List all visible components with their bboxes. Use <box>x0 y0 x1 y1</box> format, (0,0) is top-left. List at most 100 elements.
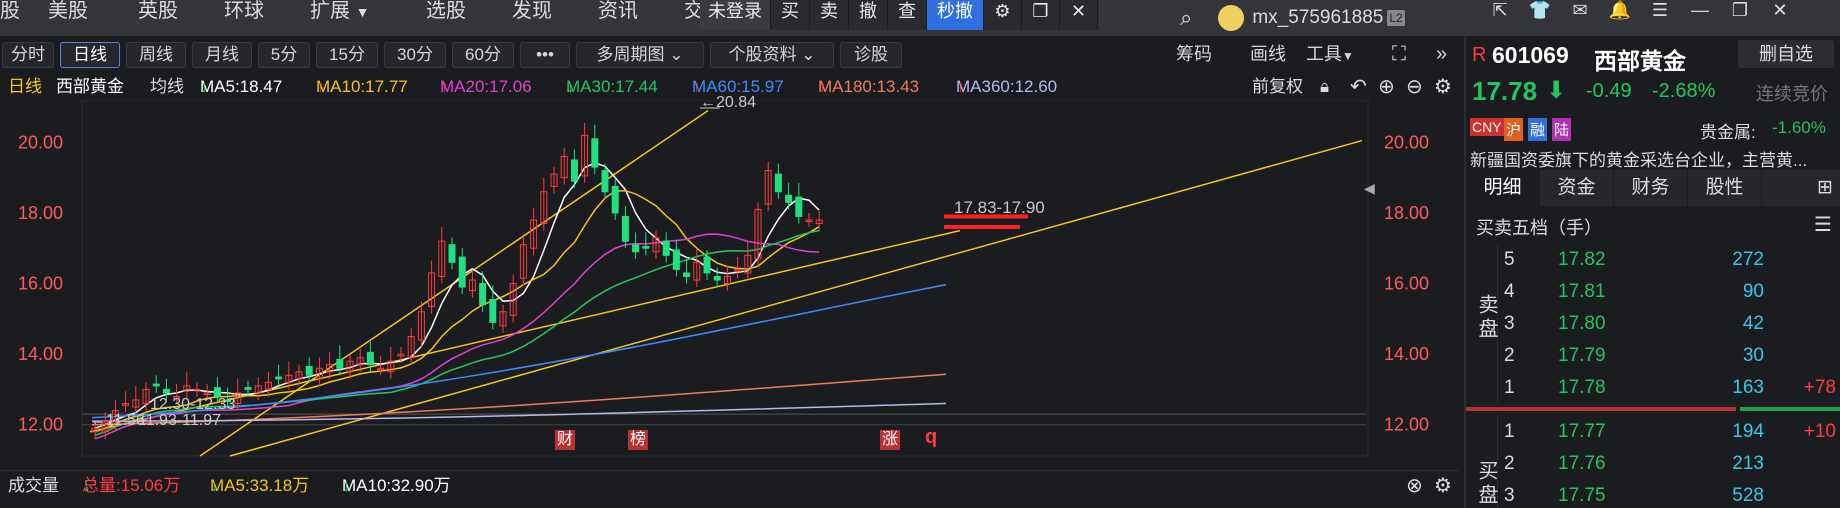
sell-button[interactable]: 卖 <box>810 0 849 30</box>
period-tab-30min[interactable]: 30分 <box>384 42 446 68</box>
zoom-out-icon[interactable]: ⊖ <box>1406 74 1423 100</box>
sector-label[interactable]: 贵金属: <box>1700 118 1756 143</box>
ask-row-5[interactable]: 5 17.82 272 <box>1504 244 1840 276</box>
more-periods-button[interactable]: ••• <box>520 42 570 68</box>
y-tick-right: 12.00 <box>1384 415 1429 435</box>
event-marker-earnings[interactable]: 财 <box>555 430 576 450</box>
event-marker-limit-up[interactable]: 涨 <box>880 430 901 450</box>
candle-body <box>305 365 313 376</box>
external-link-icon[interactable]: ⇱ <box>1480 0 1520 30</box>
streak-label: 连续竞价 <box>1756 84 1828 104</box>
event-marker-billboard[interactable]: 榜 <box>628 430 649 450</box>
settings-gear-icon[interactable]: ⚙ <box>984 0 1022 30</box>
period-tab-15min[interactable]: 15分 <box>316 42 378 68</box>
bid-volume: 528 <box>1732 485 1764 506</box>
candle-body <box>458 256 466 288</box>
period-tab-daily[interactable]: 日线 <box>60 42 120 68</box>
price-change: -0.49 <box>1586 80 1632 102</box>
ask-row-3[interactable]: 3 17.80 42 <box>1504 308 1840 340</box>
restore-window-icon[interactable]: ❐ <box>1022 0 1060 30</box>
draw-line-button[interactable]: 画线 <box>1250 42 1286 68</box>
chips-button[interactable]: 筹码 <box>1176 42 1212 68</box>
period-label: 日线 <box>8 77 42 96</box>
user-name[interactable]: mx_575961885 <box>1252 7 1383 29</box>
candle-body <box>162 388 170 394</box>
period-tab-5min[interactable]: 5分 <box>258 42 310 68</box>
ask-level: 5 <box>1504 249 1515 270</box>
volume-settings-icon[interactable]: ⚙ <box>1434 471 1452 501</box>
multi-period-dropdown[interactable]: 多周期图 ⌄ <box>576 42 704 68</box>
restore-icon[interactable]: ❐ <box>1720 0 1760 30</box>
undo-icon[interactable]: ↶ <box>1350 74 1367 100</box>
stock-info-label: 个股资料 <box>728 45 797 64</box>
orderbook-title: 买卖五档（手） <box>1476 218 1602 238</box>
ask-level: 2 <box>1504 345 1515 366</box>
minimize-icon[interactable]: — <box>1680 0 1720 30</box>
orderbook-menu-icon[interactable]: ☰ <box>1814 212 1832 237</box>
ask-row-2[interactable]: 2 17.79 30 <box>1504 340 1840 372</box>
menu-item-news[interactable]: 资讯 <box>598 0 638 36</box>
fullscreen-icon[interactable]: ⛶ <box>1392 42 1406 68</box>
menu-item-global[interactable]: 环球 <box>224 0 264 36</box>
window-close-icon[interactable]: ✕ <box>1760 0 1800 30</box>
ask-row-1[interactable]: 1 17.78 163 +78 <box>1504 372 1840 404</box>
bid-row-2[interactable]: 2 17.76 213 <box>1504 448 1840 480</box>
close-volume-icon[interactable]: ⊗ <box>1406 471 1423 501</box>
stock-info-dropdown[interactable]: 个股资料 ⌄ <box>710 42 834 68</box>
query-button[interactable]: 查 <box>888 0 927 30</box>
bid-row-3[interactable]: 3 17.75 528 <box>1504 480 1840 508</box>
close-icon[interactable]: ✕ <box>1060 0 1098 30</box>
period-tab-weekly[interactable]: 周线 <box>126 42 186 68</box>
tab-stock-traits[interactable]: 股性 <box>1688 170 1762 206</box>
volume-label: 成交量 <box>8 476 59 495</box>
adjust-mode-button[interactable]: 前复权 <box>1252 74 1303 100</box>
menu-item-us-stock[interactable]: 美股 <box>48 0 88 36</box>
shirt-icon[interactable]: 👕 <box>1520 0 1560 30</box>
ma-label[interactable]: 均线 <box>150 74 184 100</box>
stock-name: 西部黄金 <box>1594 48 1686 74</box>
connect-tag: 陆 <box>1552 118 1572 141</box>
ask-row-4[interactable]: 4 17.81 90 <box>1504 276 1840 308</box>
period-tab-60min[interactable]: 60分 <box>452 42 514 68</box>
candle-body <box>336 358 344 369</box>
bid-row-1[interactable]: 1 17.77 194 +10 <box>1504 416 1840 448</box>
cancel-order-button[interactable]: 撤 <box>849 0 888 30</box>
tab-funds[interactable]: 资金 <box>1540 170 1614 206</box>
q-marker[interactable]: q <box>925 426 937 449</box>
tab-finance[interactable]: 财务 <box>1614 170 1688 206</box>
kline-chart[interactable]: 20.00 18.00 16.00 14.00 12.00 20.00 18.00 16.0… <box>0 94 1460 460</box>
quick-cancel-button[interactable]: 秒撤 <box>927 0 984 30</box>
candle-body <box>591 138 599 168</box>
chart-settings-icon[interactable]: ⚙ <box>1434 74 1452 100</box>
menu-item-discover[interactable]: 发现 <box>512 0 552 36</box>
login-button[interactable]: 未登录 <box>700 0 771 30</box>
lock-icon[interactable]: 🔒︎ <box>1320 74 1329 100</box>
menu-item-stock[interactable]: 股 <box>0 0 20 36</box>
caret-down-icon: ▼ <box>355 4 370 20</box>
diagnose-button[interactable]: 诊股 <box>840 42 902 68</box>
period-toolbar: 分时 日线 周线 月线 5分 15分 30分 60分 ••• 多周期图 ⌄ 个股… <box>0 40 1460 70</box>
search-icon[interactable]: ⌕ <box>1180 5 1192 31</box>
tools-dropdown[interactable]: 工具▼ <box>1306 42 1354 68</box>
menu-icon[interactable]: ☰ <box>1640 0 1680 30</box>
candle-body <box>683 272 691 277</box>
volume-ma5-arrow: ↓ <box>210 476 219 495</box>
period-tab-monthly[interactable]: 月线 <box>192 42 252 68</box>
menu-item-uk-stock[interactable]: 英股 <box>138 0 178 36</box>
layout-icon[interactable]: ⊞ <box>1762 170 1840 206</box>
period-tab-intraday[interactable]: 分时 <box>2 42 54 68</box>
avatar[interactable] <box>1218 5 1245 31</box>
menu-item-stock-picker[interactable]: 选股 <box>426 0 466 36</box>
mail-icon[interactable]: ✉ <box>1560 0 1600 30</box>
bell-icon[interactable]: 🔔 <box>1600 0 1640 30</box>
multi-period-label: 多周期图 <box>596 45 665 64</box>
buy-button[interactable]: 买 <box>771 0 810 30</box>
tab-details[interactable]: 明细 <box>1466 170 1540 206</box>
collapse-right-icon[interactable]: » <box>1436 42 1447 68</box>
menu-item-expand[interactable]: 扩展 ▼ <box>310 0 369 36</box>
candle-body <box>795 196 803 217</box>
top-menu-bar: 股 美股 英股 环球 扩展 ▼ 选股 发现 资讯 交 未登录 买 卖 撤 查 秒… <box>0 0 1840 36</box>
zoom-in-icon[interactable]: ⊕ <box>1378 74 1395 100</box>
company-description[interactable]: 新疆国资委旗下的黄金采选台企业，主营黄... <box>1470 146 1840 171</box>
remove-watchlist-button[interactable]: 删自选 <box>1738 40 1834 68</box>
